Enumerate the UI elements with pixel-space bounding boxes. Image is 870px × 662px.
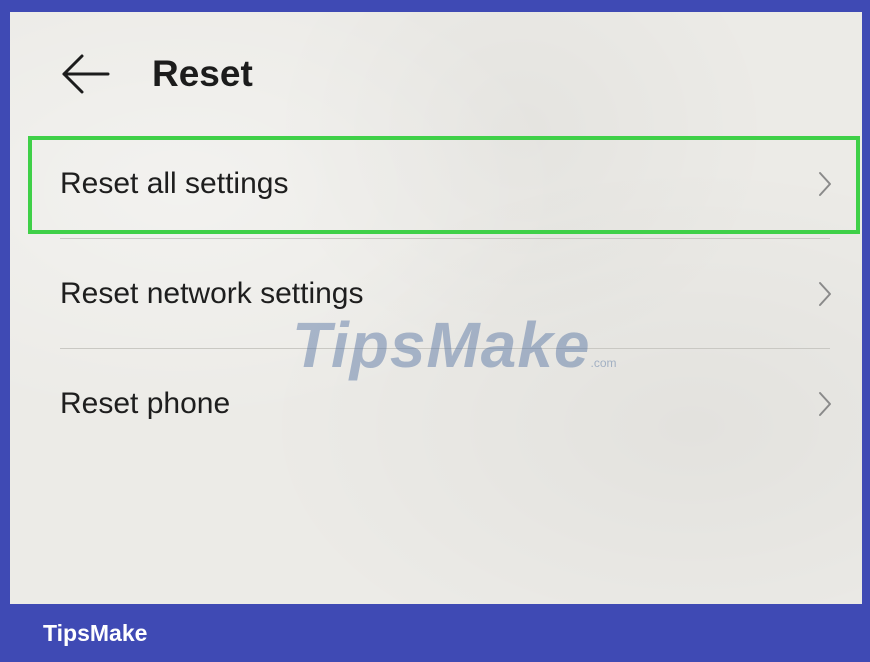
menu-divider (60, 348, 830, 349)
chevron-right-icon (818, 391, 832, 417)
menu-item-reset-phone[interactable]: Reset phone (26, 354, 862, 454)
menu-item-label: Reset all settings (60, 167, 289, 200)
chevron-right-icon (818, 171, 832, 197)
page-title: Reset (152, 53, 253, 94)
menu-divider (60, 238, 830, 239)
app-header: Reset (10, 12, 862, 132)
frame-left (0, 0, 10, 662)
back-button[interactable] (58, 52, 114, 96)
menu-item-label: Reset phone (60, 387, 231, 420)
frame-top (0, 0, 870, 12)
footer-brand: TipsMake (43, 620, 148, 646)
arrow-left-icon (58, 52, 114, 96)
chevron-right-icon (818, 281, 832, 307)
phone-screen: Reset Reset all settings Reset network s… (10, 12, 862, 604)
footer-bar: TipsMake (0, 604, 870, 662)
menu-item-reset-all-settings[interactable]: Reset all settings (26, 134, 862, 234)
menu-item-label: Reset network settings (60, 277, 364, 310)
menu-item-reset-network-settings[interactable]: Reset network settings (26, 244, 862, 344)
frame-right (862, 0, 870, 662)
